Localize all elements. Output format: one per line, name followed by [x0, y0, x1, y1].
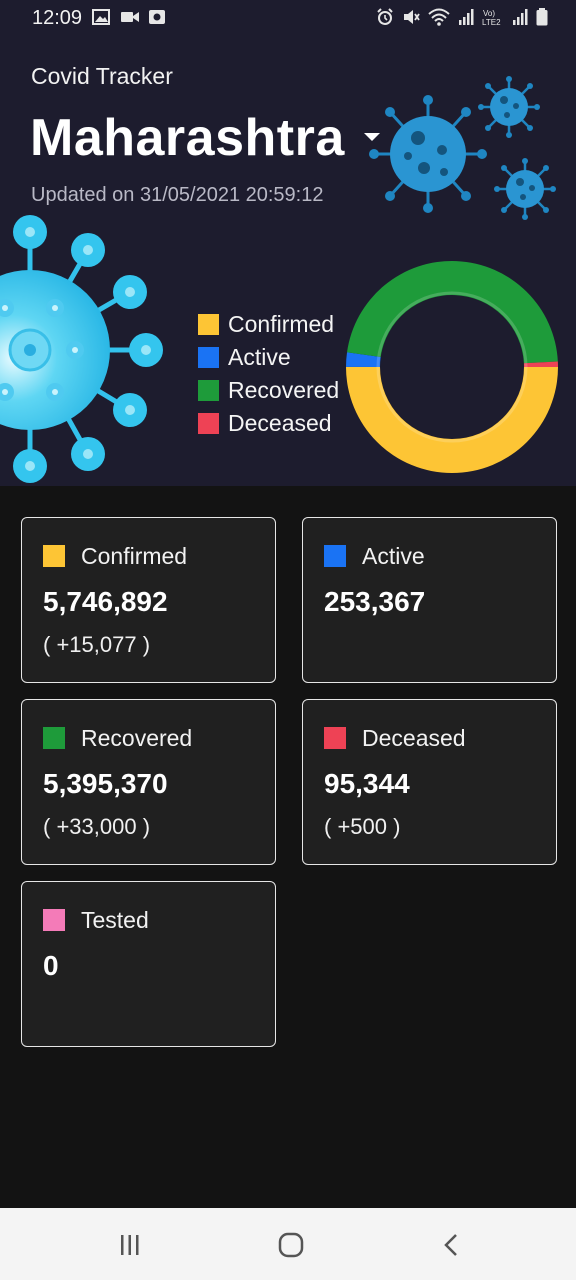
card-label: Deceased [362, 725, 466, 751]
chart-legend: Confirmed Active Recovered Deceased [198, 308, 339, 440]
virus-illustration [0, 215, 163, 483]
virus-illustration [494, 158, 556, 220]
legend-item: Deceased [198, 407, 339, 440]
screen-record-icon [148, 9, 166, 25]
image-icon [92, 9, 110, 25]
stat-card-tested: Tested 0 [21, 881, 276, 1047]
card-color-swatch [324, 545, 346, 567]
battery-icon [536, 8, 548, 26]
header-panel: Covid Tracker Maharashtra Updated on 31/… [0, 36, 576, 486]
legend-item: Confirmed [198, 308, 339, 341]
card-value: 5,746,892 [43, 586, 168, 617]
svg-text:LTE2: LTE2 [482, 18, 501, 26]
card-color-swatch [324, 727, 346, 749]
virus-illustration [369, 95, 487, 213]
card-color-swatch [43, 727, 65, 749]
legend-label: Deceased [228, 410, 332, 436]
stat-card-recovered: Recovered 5,395,370 ( +33,000 ) [21, 699, 276, 865]
legend-item: Active [198, 341, 339, 374]
card-delta: ( +33,000 ) [43, 814, 151, 839]
card-label: Confirmed [81, 543, 188, 569]
alarm-icon [377, 8, 393, 25]
mute-icon [404, 10, 420, 24]
card-delta: ( +15,077 ) [43, 632, 151, 657]
signal-icon [459, 9, 474, 25]
status-time: 12:09 [32, 7, 83, 29]
card-label: Recovered [81, 725, 193, 751]
card-value: 5,395,370 [43, 768, 168, 799]
video-icon [120, 9, 139, 25]
volte-icon: Vo)LTE2 [482, 9, 501, 26]
legend-swatch [198, 314, 219, 335]
legend-swatch [198, 413, 219, 434]
card-value: 0 [43, 950, 59, 981]
legend-label: Recovered [228, 377, 340, 403]
card-label: Tested [81, 907, 149, 933]
navigation-bar [0, 1208, 576, 1280]
legend-swatch [198, 347, 219, 368]
state-selector[interactable]: Maharashtra [30, 108, 345, 168]
stat-card-confirmed: Confirmed 5,746,892 ( +15,077 ) [21, 517, 276, 683]
legend-label: Active [228, 344, 291, 370]
donut-hole [381, 296, 523, 438]
legend-label: Confirmed [228, 311, 335, 337]
svg-text:Vo): Vo) [483, 9, 495, 18]
card-delta: ( +500 ) [324, 814, 401, 839]
legend-item: Recovered [198, 374, 339, 407]
signal-icon [513, 9, 528, 25]
card-label: Active [362, 543, 425, 569]
back-icon[interactable] [432, 1230, 472, 1260]
card-color-swatch [43, 545, 65, 567]
home-icon[interactable] [271, 1230, 311, 1260]
legend-swatch [198, 380, 219, 401]
stat-card-deceased: Deceased 95,344 ( +500 ) [302, 699, 557, 865]
status-bar: 12:09 Vo) LTE2 [0, 0, 576, 36]
card-value: 253,367 [324, 586, 426, 617]
virus-illustration [478, 76, 540, 138]
app-title: Covid Tracker [31, 63, 173, 89]
donut-chart [346, 260, 558, 473]
recents-icon[interactable] [110, 1230, 150, 1260]
card-color-swatch [43, 909, 65, 931]
updated-timestamp: Updated on 31/05/2021 20:59:12 [31, 184, 324, 206]
wifi-icon [428, 8, 450, 26]
stat-card-active: Active 253,367 [302, 517, 557, 683]
card-value: 95,344 [324, 768, 410, 799]
